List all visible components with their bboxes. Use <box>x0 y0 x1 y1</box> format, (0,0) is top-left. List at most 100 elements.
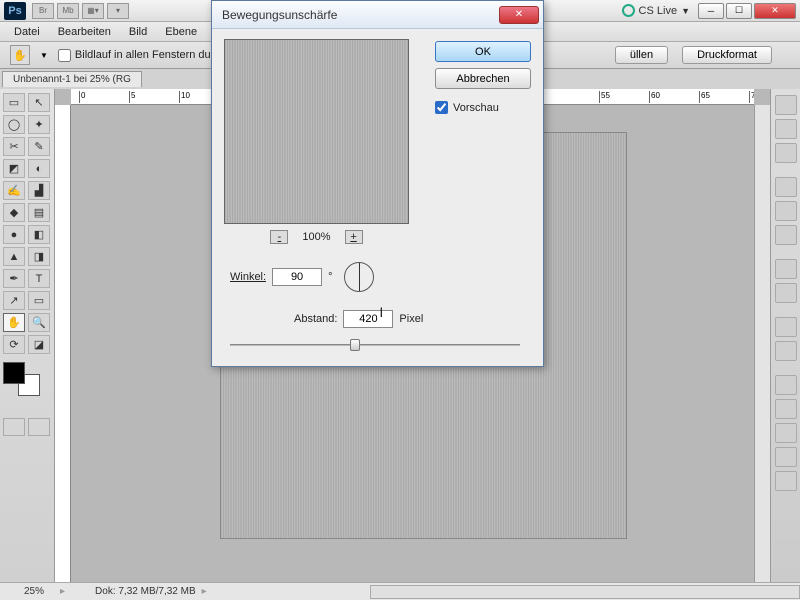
cslive-label: CS Live <box>639 5 678 17</box>
cslive-menu[interactable]: CS Live ▼ <box>622 4 690 17</box>
ruler-tick: 5 <box>129 91 135 103</box>
hand-tool-icon[interactable]: ✋ <box>10 45 30 65</box>
maximize-button[interactable]: ☐ <box>726 3 752 19</box>
distance-label: Abstand: <box>294 313 337 325</box>
tool-9[interactable]: ▟ <box>28 181 50 200</box>
tool-4[interactable]: ✂ <box>3 137 25 156</box>
panel-icon-14[interactable] <box>775 471 797 491</box>
foreground-color[interactable] <box>3 362 25 384</box>
scrollbar-horizontal[interactable] <box>370 585 800 599</box>
tool-17[interactable]: T <box>28 269 50 288</box>
tool-6[interactable]: ◩ <box>3 159 25 178</box>
tool-16[interactable]: ✒ <box>3 269 25 288</box>
panel-icon-10[interactable] <box>775 375 797 395</box>
tool-8[interactable]: ✍ <box>3 181 25 200</box>
tool-11[interactable]: ▤ <box>28 203 50 222</box>
panel-icon-6[interactable] <box>775 259 797 279</box>
distance-input[interactable] <box>343 310 393 328</box>
color-swatches[interactable] <box>3 362 43 396</box>
panel-icon-9[interactable] <box>775 341 797 361</box>
tool-21[interactable]: 🔍 <box>28 313 50 332</box>
zoom-label: 100% <box>302 231 330 243</box>
tool-1[interactable]: ↖ <box>28 93 50 112</box>
tool-5[interactable]: ✎ <box>28 137 50 156</box>
tool-18[interactable]: ↗ <box>3 291 25 310</box>
ok-button[interactable]: OK <box>435 41 531 62</box>
panel-icon-13[interactable] <box>775 447 797 467</box>
preview-checkbox[interactable]: Vorschau <box>435 101 531 114</box>
document-tab[interactable]: Unbenannt-1 bei 25% (RG <box>2 71 142 87</box>
fill-button[interactable]: üllen <box>615 46 668 64</box>
ruler-tick: 65 <box>699 91 710 103</box>
angle-input[interactable] <box>272 268 322 286</box>
layout-button[interactable]: ▦▾ <box>82 3 104 19</box>
tool-19[interactable]: ▭ <box>28 291 50 310</box>
panel-icon-0[interactable] <box>775 95 797 115</box>
tool-7[interactable]: ◐ <box>28 159 50 178</box>
preview-checkbox-label: Vorschau <box>453 102 499 114</box>
degree-label: ° <box>328 271 332 283</box>
menu-ebene[interactable]: Ebene <box>157 24 205 40</box>
app-logo: Ps <box>4 2 26 20</box>
filter-preview[interactable] <box>224 39 409 224</box>
bridge-button[interactable]: Br <box>32 3 54 19</box>
tool-22[interactable]: ⟳ <box>3 335 25 354</box>
chevron-down-icon[interactable]: ▼ <box>40 51 48 60</box>
cslive-icon <box>622 4 635 17</box>
quickmask-button[interactable] <box>3 418 25 436</box>
tool-23[interactable]: ◪ <box>28 335 50 354</box>
menu-bearbeiten[interactable]: Bearbeiten <box>50 24 119 40</box>
panel-icon-4[interactable] <box>775 201 797 221</box>
panel-icon-7[interactable] <box>775 283 797 303</box>
extras-button[interactable]: ▾ <box>107 3 129 19</box>
panel-icon-12[interactable] <box>775 423 797 443</box>
distance-unit: Pixel <box>399 313 423 325</box>
status-bar: 25% ▸ Dok: 7,32 MB/7,32 MB ▸ <box>0 582 800 600</box>
ruler-tick: 70 <box>749 91 754 103</box>
tool-20[interactable]: ✋ <box>3 313 25 332</box>
screenmode-button[interactable] <box>28 418 50 436</box>
printformat-button[interactable]: Druckformat <box>682 46 772 64</box>
panel-icon-3[interactable] <box>775 177 797 197</box>
minibridge-button[interactable]: Mb <box>57 3 79 19</box>
tool-15[interactable]: ◨ <box>28 247 50 266</box>
dialog-title: Bewegungsunschärfe <box>222 8 337 22</box>
panel-icon-11[interactable] <box>775 399 797 419</box>
close-button[interactable]: ✕ <box>754 3 796 19</box>
dialog-titlebar[interactable]: Bewegungsunschärfe ✕ <box>212 1 543 29</box>
tool-2[interactable]: ◯ <box>3 115 25 134</box>
menu-bild[interactable]: Bild <box>121 24 155 40</box>
minimize-button[interactable]: ─ <box>698 3 724 19</box>
tool-0[interactable]: ▭ <box>3 93 25 112</box>
panel-icon-1[interactable] <box>775 119 797 139</box>
panel-icon-2[interactable] <box>775 143 797 163</box>
ruler-tick: 60 <box>649 91 660 103</box>
zoom-in-button[interactable]: + <box>345 230 363 244</box>
cancel-button[interactable]: Abbrechen <box>435 68 531 89</box>
tool-13[interactable]: ◧ <box>28 225 50 244</box>
tool-3[interactable]: ✦ <box>28 115 50 134</box>
right-panel-dock <box>770 89 800 582</box>
angle-dial[interactable] <box>344 262 374 292</box>
slider-thumb[interactable] <box>350 339 360 351</box>
menu-datei[interactable]: Datei <box>6 24 48 40</box>
zoom-out-button[interactable]: - <box>270 230 288 244</box>
tool-12[interactable]: ● <box>3 225 25 244</box>
toolbox: ▭↖◯✦✂✎◩◐✍▟◆▤●◧▲◨✒T↗▭✋🔍⟳◪ <box>0 89 55 582</box>
zoom-field[interactable]: 25% <box>0 586 60 597</box>
tool-14[interactable]: ▲ <box>3 247 25 266</box>
distance-slider[interactable] <box>230 338 520 352</box>
motion-blur-dialog: Bewegungsunschärfe ✕ - 100% + OK Abbrech… <box>211 0 544 367</box>
angle-label: Winkel: <box>230 271 266 283</box>
tool-10[interactable]: ◆ <box>3 203 25 222</box>
scrollbar-vertical[interactable] <box>754 105 770 582</box>
scroll-all-label: Bildlauf in allen Fenstern du <box>75 49 211 61</box>
ruler-vertical <box>55 105 71 582</box>
doc-size-label: Dok: 7,32 MB/7,32 MB <box>65 586 196 597</box>
text-caret-icon: I <box>379 304 383 320</box>
ruler-tick: 55 <box>599 91 610 103</box>
panel-icon-8[interactable] <box>775 317 797 337</box>
dialog-close-button[interactable]: ✕ <box>499 6 539 24</box>
scroll-all-checkbox[interactable]: Bildlauf in allen Fenstern du <box>58 49 211 62</box>
panel-icon-5[interactable] <box>775 225 797 245</box>
